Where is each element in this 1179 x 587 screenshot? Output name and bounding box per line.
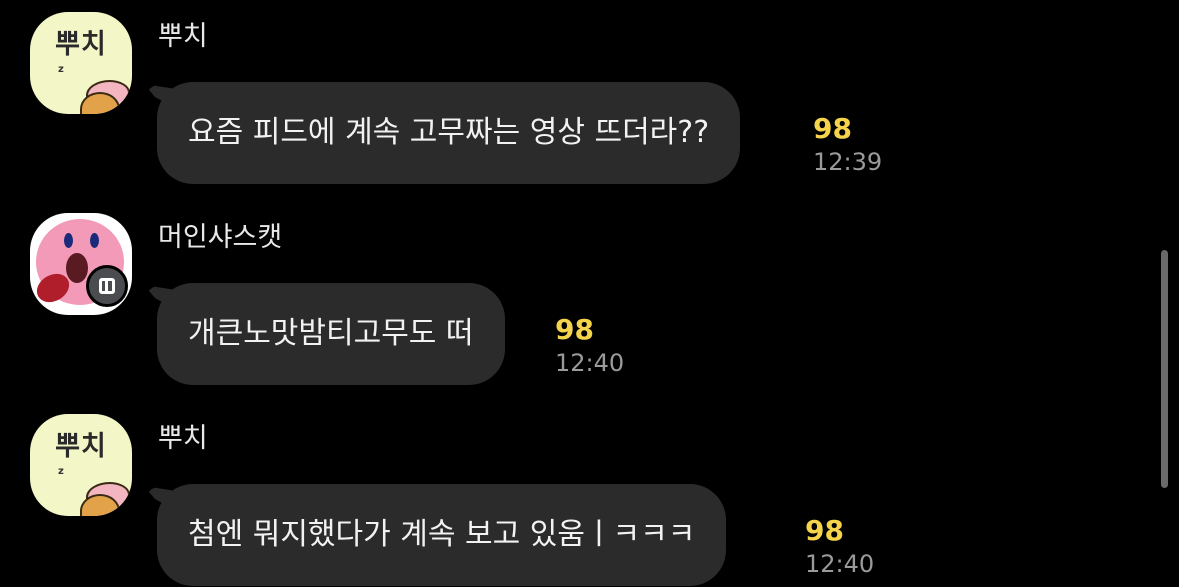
message-time: 12:40 [805,550,875,578]
sleep-z-icon: z [58,466,64,477]
avatar-label: 뿌치 [55,29,107,60]
sender-avatar[interactable]: 뿌치 z [30,12,132,114]
message-time: 12:39 [813,148,883,176]
sender-name[interactable]: 뿌치 [158,416,208,455]
sender-avatar[interactable]: 뿌치 z [30,414,132,516]
message-meta: 98 12:39 [813,112,882,178]
open-chat-profile-badge-icon [86,265,128,307]
message-bubble[interactable]: 개큰노맛밤티고무도 떠 [157,283,505,385]
sleep-z-icon: z [58,64,64,75]
unread-count: 98 [555,313,594,346]
chat-room: 뿌치 z 뿌치 요즘 피드에 계속 고무짜는 영상 뜨더라?? 98 12:39… [0,0,1179,587]
kirby-eye-icon [90,233,99,248]
kirby-mouth-icon [66,253,88,283]
message-time: 12:40 [555,349,625,377]
avatar-label: 뿌치 [55,431,107,462]
badge-glyph-icon [99,278,115,294]
message-bubble[interactable]: 첨엔 뭐지했다가 계속 보고 있움ㅣㅋㅋㅋ [157,484,727,586]
message-meta: 98 12:40 [805,514,874,580]
sender-name[interactable]: 뿌치 [158,14,208,53]
unread-count: 98 [805,514,844,547]
message-bubble[interactable]: 요즘 피드에 계속 고무짜는 영상 뜨더라?? [157,82,741,184]
unread-count: 98 [813,112,852,145]
message-meta: 98 12:40 [555,313,624,379]
scrollbar[interactable] [1161,250,1168,488]
kirby-eye-icon [64,233,73,248]
sender-name[interactable]: 머인샤스캣 [158,215,282,254]
